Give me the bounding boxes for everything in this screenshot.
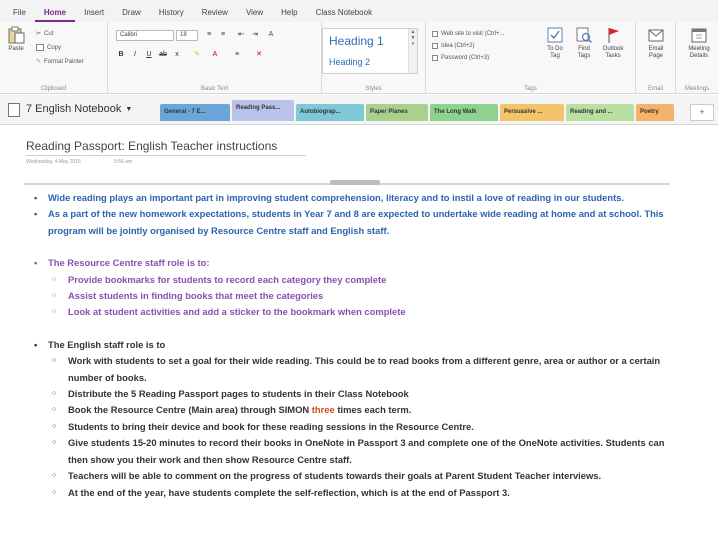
font-size-select[interactable]: 18: [176, 30, 198, 41]
list-item[interactable]: Give students 15-20 minutes to record th…: [30, 435, 670, 468]
highlight-icon[interactable]: ✎: [192, 50, 202, 60]
numbering-icon[interactable]: ≡: [218, 30, 228, 40]
clipboard-icon: [7, 26, 25, 44]
resource-heading[interactable]: The Resource Centre staff role is to:: [30, 255, 670, 272]
email-icon: [647, 26, 665, 44]
book-item-highlight: three: [311, 404, 335, 416]
style-heading-2[interactable]: Heading 2: [329, 57, 370, 67]
decrease-indent-icon[interactable]: ⇤: [236, 30, 246, 40]
clipboard-group-label: Clipboard: [40, 86, 67, 92]
menu-tab-history[interactable]: History: [150, 0, 193, 22]
note-container-handle[interactable]: [330, 180, 380, 185]
menu-bar: File Home Insert Draw History Review Vie…: [0, 0, 718, 22]
paste-label: Paste: [8, 46, 24, 52]
font-name-select[interactable]: Calibri: [116, 30, 174, 41]
menu-tab-review[interactable]: Review: [193, 0, 237, 22]
list-item[interactable]: Distribute the 5 Reading Passport pages …: [30, 386, 670, 403]
scissors-icon: ✂: [36, 31, 42, 37]
notebook-dropdown[interactable]: 7 English Notebook ▼: [26, 103, 132, 115]
bullets-icon[interactable]: ≡: [204, 30, 214, 40]
menu-tab-view[interactable]: View: [237, 0, 272, 22]
chevron-down-icon: ▼: [125, 105, 133, 113]
copy-icon: [36, 44, 44, 51]
section-tab[interactable]: Autobiograp...: [296, 104, 364, 121]
ribbon: Paste ✂ Cut Copy ✎ Format Painter Clipbo…: [0, 22, 718, 94]
notebook-name: 7 English Notebook: [26, 103, 122, 115]
bold-icon[interactable]: B: [116, 50, 126, 60]
page-canvas[interactable]: Reading Passport: English Teacher instru…: [0, 126, 718, 540]
add-section-button[interactable]: +: [690, 104, 714, 121]
italic-icon[interactable]: I: [130, 50, 140, 60]
style-heading-1[interactable]: Heading 1: [329, 34, 384, 48]
strikethrough-icon[interactable]: ab: [158, 50, 168, 60]
section-tabs-bar: 7 English Notebook ▼ General - 7 E... Rea…: [0, 95, 718, 125]
meetings-group: Meeting Details Meetings: [676, 22, 718, 94]
styles-scroll-icon[interactable]: ▲ ▼ ▾: [408, 29, 417, 73]
section-tab[interactable]: Paper Planes: [366, 104, 428, 121]
meeting-details-label: Meeting Details: [688, 46, 710, 59]
clear-formatting-icon[interactable]: A: [266, 30, 276, 40]
list-item[interactable]: At the end of the year, have students co…: [30, 485, 670, 502]
section-tab[interactable]: Persuasive ...: [500, 104, 564, 121]
menu-tab-help[interactable]: Help: [272, 0, 306, 22]
section-tab[interactable]: General - 7 E...: [160, 104, 230, 121]
page-date: Wednesday, 4 May 2016: [26, 159, 81, 165]
list-item[interactable]: Teachers will be able to comment on the …: [30, 468, 670, 485]
basic-text-group-label: Basic Text: [200, 86, 229, 92]
calendar-icon: [690, 26, 708, 44]
list-item[interactable]: Work with students to set a goal for the…: [30, 353, 670, 386]
book-item-text: Book the Resource Centre (Main area) thr…: [68, 404, 312, 416]
tags-group-label: Tags: [524, 86, 537, 92]
list-item[interactable]: Assist students in finding books that me…: [30, 288, 670, 305]
cut-label: Cut: [44, 30, 54, 37]
list-item[interactable]: Provide bookmarks for students to record…: [30, 272, 670, 289]
styles-group-label: Styles: [365, 86, 382, 92]
english-heading[interactable]: The English staff role is to: [30, 337, 670, 354]
page-title[interactable]: Reading Passport: English Teacher instru…: [26, 139, 277, 153]
title-underline: [26, 155, 306, 156]
email-page-label: Email Page: [648, 46, 664, 59]
format-painter-label: Format Painter: [44, 58, 84, 65]
font-color-icon[interactable]: A: [210, 50, 220, 60]
styles-gallery[interactable]: Heading 1 Heading 2 ▲ ▼ ▾: [322, 28, 418, 74]
list-item[interactable]: Wide reading plays an important part in …: [30, 190, 670, 207]
menu-tab-home[interactable]: Home: [34, 0, 76, 22]
list-item[interactable]: Students to bring their device and book …: [30, 419, 670, 436]
menu-tab-draw[interactable]: Draw: [113, 0, 150, 22]
increase-indent-icon[interactable]: ⇥: [250, 30, 260, 40]
book-item-text-end: times each term.: [334, 404, 412, 416]
meetings-group-label: Meetings: [684, 86, 710, 92]
paste-button[interactable]: Paste: [4, 26, 28, 53]
copy-label: Copy: [47, 44, 62, 51]
list-item[interactable]: As a part of the new homework expectatio…: [30, 206, 670, 239]
align-icon[interactable]: ≡: [232, 50, 242, 60]
section-tab[interactable]: Reading Pass...: [232, 100, 294, 121]
section-tab[interactable]: The Long Walk: [430, 104, 498, 121]
notebook-icon[interactable]: [8, 103, 20, 117]
underline-icon[interactable]: U: [144, 50, 154, 60]
basic-text-group: Calibri 18 ≡ ≡ ⇤ ⇥ A B I U ab x ✎ A ≡ ✕ …: [108, 22, 322, 94]
copy-button[interactable]: Copy: [36, 44, 61, 51]
menu-tab-insert[interactable]: Insert: [75, 0, 113, 22]
menu-tab-class-notebook[interactable]: Class Notebook: [307, 0, 381, 22]
paintbrush-icon: ✎: [36, 59, 42, 65]
format-painter-button[interactable]: ✎ Format Painter: [36, 58, 84, 66]
clipboard-group: Paste ✂ Cut Copy ✎ Format Painter Clipbo…: [0, 22, 108, 94]
tags-group: Tags: [426, 22, 636, 94]
subscript-icon[interactable]: x: [172, 50, 182, 60]
delete-icon[interactable]: ✕: [254, 50, 264, 60]
page-time: 9:56 am: [114, 159, 133, 165]
email-page-button[interactable]: Email Page: [644, 26, 668, 60]
section-tab[interactable]: Reading and ...: [566, 104, 634, 121]
note-content[interactable]: Wide reading plays an important part in …: [30, 190, 670, 501]
section-tab[interactable]: Poetry: [636, 104, 674, 121]
cut-button[interactable]: ✂ Cut: [36, 30, 54, 38]
meeting-details-button[interactable]: Meeting Details: [684, 26, 714, 60]
list-item[interactable]: Look at student activities and add a sti…: [30, 304, 670, 321]
menu-tab-file[interactable]: File: [4, 0, 35, 22]
list-item[interactable]: Book the Resource Centre (Main area) thr…: [30, 402, 670, 419]
email-group-label: Email: [647, 86, 663, 92]
email-group: Email Page Email: [636, 22, 676, 94]
